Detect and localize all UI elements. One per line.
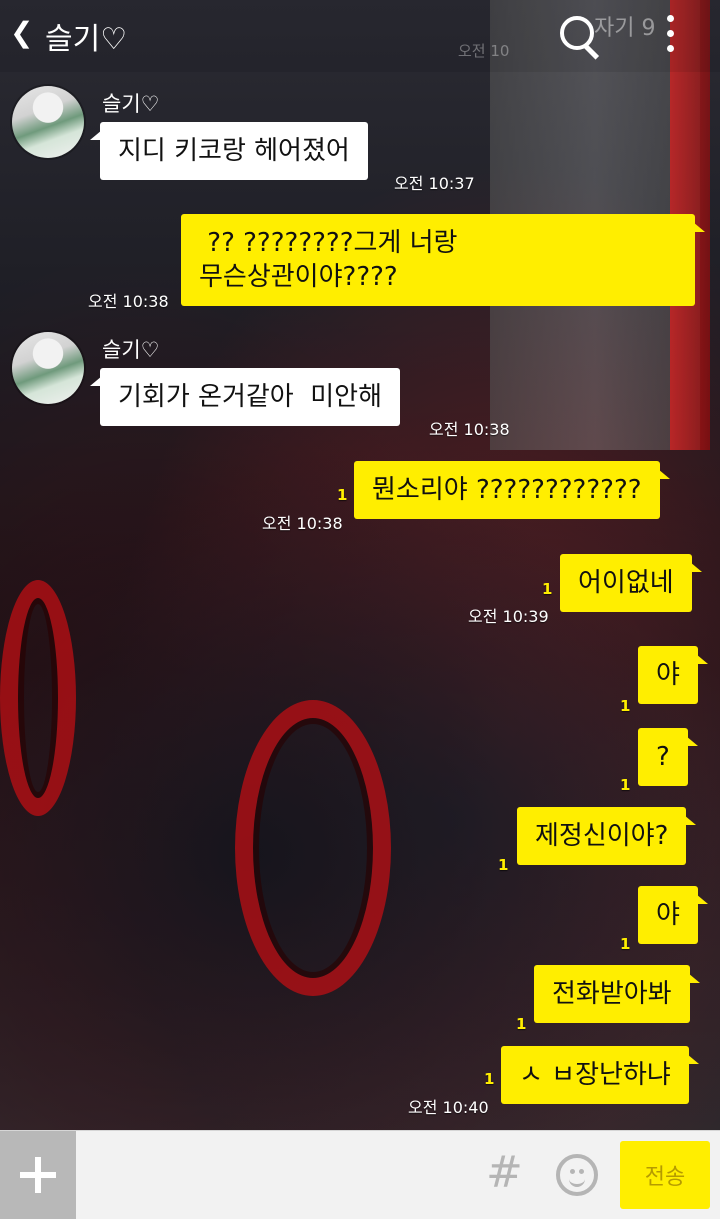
background-wheel xyxy=(0,580,76,816)
message-bubble-incoming[interactable]: 기회가 온거같아 미안해 xyxy=(90,368,400,426)
unread-count: 1 xyxy=(516,1015,527,1033)
message-time: 오전 10:39 xyxy=(468,607,549,626)
sender-name: 슬기♡ xyxy=(102,92,160,116)
chat-title: 슬기♡ xyxy=(45,22,128,57)
unread-count: 1 xyxy=(620,935,631,953)
message-time: 오전 10:37 xyxy=(394,174,475,193)
send-button[interactable]: 전송 xyxy=(620,1141,710,1209)
unread-count: 1 xyxy=(337,486,348,504)
message-time: 오전 10:38 xyxy=(429,420,510,439)
avatar[interactable] xyxy=(12,332,84,404)
message-input-bar: # 전송 xyxy=(0,1130,720,1219)
unread-count: 1 xyxy=(542,580,553,598)
unread-count: 1 xyxy=(498,856,509,874)
message-bubble-outgoing[interactable]: ?? ????????그게 너랑 무슨상관이야???? xyxy=(181,214,705,306)
message-bubble-incoming[interactable]: 지디 키코랑 헤어졌어 xyxy=(90,122,368,180)
sender-name: 슬기♡ xyxy=(102,338,160,362)
message-bubble-outgoing[interactable]: 야 xyxy=(638,646,708,704)
back-icon[interactable]: ❮ xyxy=(10,16,33,49)
message-bubble-outgoing[interactable]: 전화받아봐 xyxy=(534,965,700,1023)
unread-count: 1 xyxy=(484,1070,495,1088)
avatar[interactable] xyxy=(12,86,84,158)
emoji-icon[interactable] xyxy=(556,1154,598,1196)
unread-count: 1 xyxy=(620,776,631,794)
chat-header: ❮ 슬기♡ 오전 10 자기 9 xyxy=(0,0,720,72)
message-input[interactable] xyxy=(76,1131,504,1219)
message-time: 오전 10:38 xyxy=(88,292,169,311)
message-bubble-outgoing[interactable]: ㅅ ㅂ장난하냐 xyxy=(501,1046,699,1104)
unread-count: 1 xyxy=(620,697,631,715)
message-time: 오전 10:38 xyxy=(262,514,343,533)
message-bubble-outgoing[interactable]: ? xyxy=(638,728,698,786)
plus-icon[interactable] xyxy=(0,1131,76,1219)
background-wheel xyxy=(235,700,391,996)
message-bubble-outgoing[interactable]: 어이없네 xyxy=(560,554,702,612)
faded-time: 오전 10 xyxy=(458,42,510,60)
search-icon[interactable] xyxy=(556,12,602,60)
message-bubble-outgoing[interactable]: 야 xyxy=(638,886,708,944)
search-preview: 자기 9 xyxy=(594,16,656,41)
more-vertical-icon[interactable] xyxy=(664,15,676,57)
hash-icon[interactable]: # xyxy=(486,1149,523,1197)
message-bubble-outgoing[interactable]: 뭔소리야 ???????????? xyxy=(354,461,670,519)
message-bubble-outgoing[interactable]: 제정신이야? xyxy=(517,807,697,865)
message-time: 오전 10:40 xyxy=(408,1098,489,1117)
